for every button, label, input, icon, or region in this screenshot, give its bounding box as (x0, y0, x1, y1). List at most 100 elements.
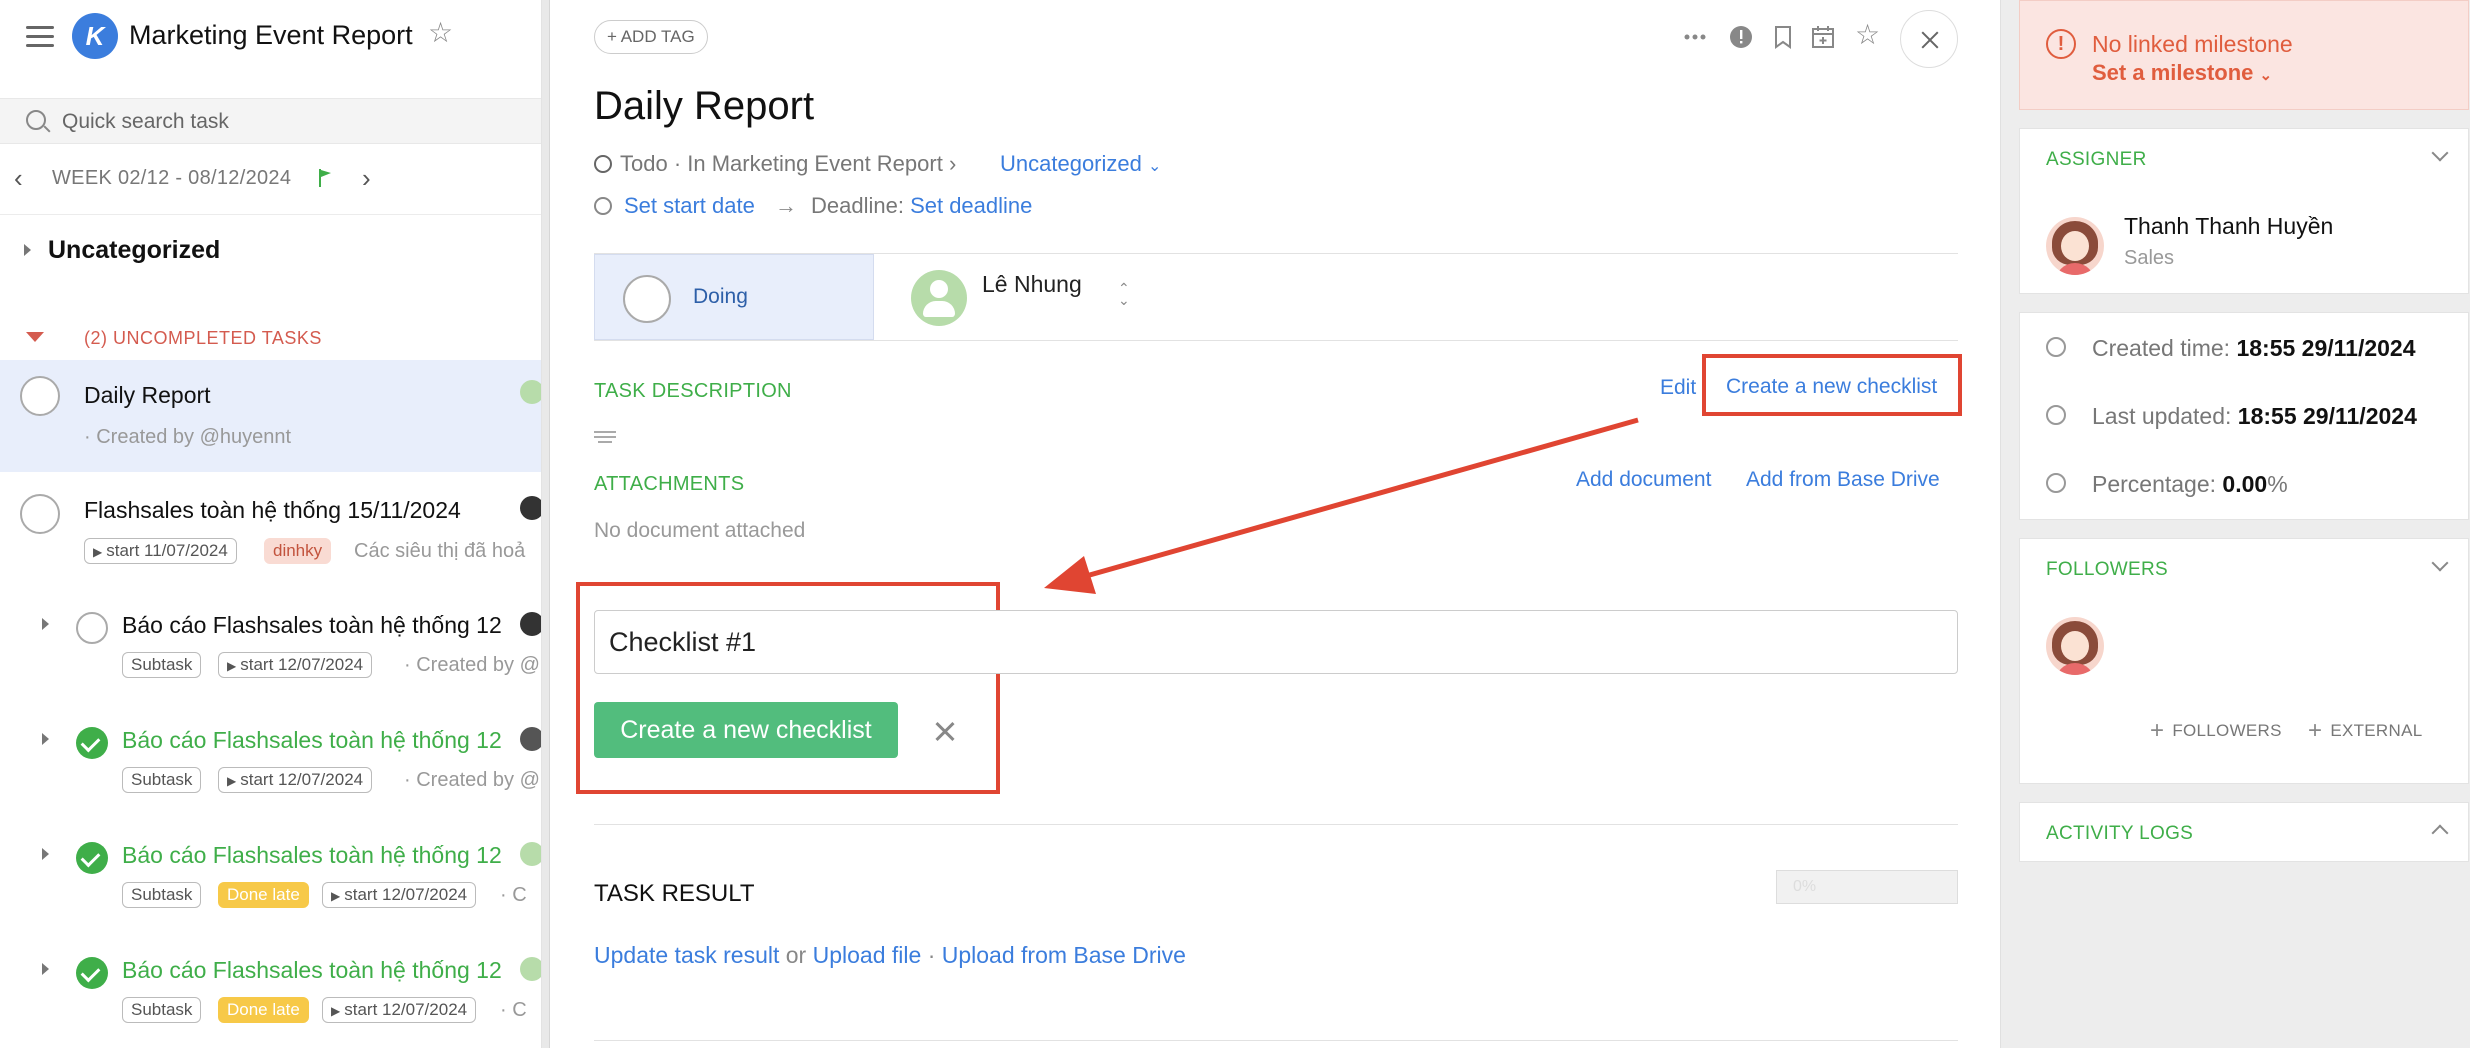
percentage: Percentage: 0.00% (2092, 471, 2288, 497)
subtask-chip: Subtask (122, 652, 202, 678)
panel-divider[interactable] (542, 0, 550, 1048)
more-icon[interactable] (1682, 24, 1708, 50)
star-icon[interactable]: ☆ (428, 16, 453, 49)
add-tag-button[interactable]: + ADD TAG (594, 20, 708, 54)
milestone-title: No linked milestone (2092, 31, 2293, 57)
subtask-chip: Subtask (122, 997, 202, 1023)
task-status-circle[interactable] (20, 494, 60, 534)
avatar (520, 727, 541, 751)
task-list-panel: K Marketing Event Report ☆ ‹ WEEK 02/12 … (0, 0, 542, 1048)
add-external-button[interactable]: + EXTERNAL (2308, 717, 2422, 745)
status-icon (594, 155, 612, 173)
start-chip: ▶ start 12/07/2024 (322, 997, 477, 1023)
section-title[interactable]: Uncategorized (48, 236, 220, 265)
assignee-selector-icon[interactable]: ⌃ ⌄ (1118, 281, 1130, 307)
calendar-icon[interactable] (1810, 24, 1836, 50)
expand-icon[interactable] (42, 848, 49, 860)
search-icon (26, 110, 46, 130)
task-title[interactable]: Flashsales toàn hệ thống 15/11/2024 (84, 497, 461, 524)
check-circle-icon[interactable] (76, 957, 108, 989)
avatar (520, 612, 541, 636)
upload-drive-link[interactable]: Upload from Base Drive (942, 942, 1186, 968)
arrow-right-icon: → (774, 193, 797, 218)
chevron-down-icon[interactable] (2431, 144, 2449, 162)
activity-logs-card[interactable]: ACTIVITY LOGS (2019, 802, 2469, 862)
date-line: Set start date → Deadline: Set deadline (594, 193, 1032, 219)
search-bar (0, 98, 541, 144)
last-updated: Last updated: 18:55 29/11/2024 (2092, 403, 2417, 429)
divider (594, 1040, 1958, 1041)
task-title[interactable]: Báo cáo Flashsales toàn hệ thống 12 (122, 727, 502, 754)
week-navigator: ‹ WEEK 02/12 - 08/12/2024 › (0, 145, 541, 215)
search-input[interactable] (62, 107, 522, 137)
no-document-text: No document attached (594, 519, 806, 542)
task-description-heading: TASK DESCRIPTION (594, 380, 792, 402)
expand-icon[interactable] (24, 244, 31, 256)
cancel-icon[interactable] (930, 716, 960, 746)
check-circle-icon[interactable] (76, 727, 108, 759)
create-checklist-link[interactable]: Create a new checklist (1726, 375, 1937, 399)
upload-file-link[interactable]: Upload file (813, 942, 922, 968)
start-chip: ▶ start 12/07/2024 (322, 882, 477, 908)
set-deadline-link[interactable]: Set deadline (910, 193, 1032, 218)
assigner-name[interactable]: Thanh Thanh Huyền (2124, 213, 2333, 240)
set-start-date-link[interactable]: Set start date (624, 193, 755, 218)
drag-handle-icon (594, 431, 616, 443)
expand-icon[interactable] (42, 618, 49, 630)
check-circle-icon[interactable] (76, 842, 108, 874)
flag-icon (319, 169, 331, 187)
logo-icon: K (72, 13, 118, 59)
chevron-right-icon[interactable]: › (362, 163, 371, 194)
avatar[interactable] (2046, 617, 2104, 675)
assigner-heading: ASSIGNER (2046, 149, 2147, 170)
sidebar-right: ! No linked milestone Set a milestone ⌄ … (2000, 0, 2470, 1048)
task-title[interactable]: Báo cáo Flashsales toàn hệ thống 12 (122, 957, 502, 984)
info-card: Created time: 18:55 29/11/2024 Last upda… (2019, 312, 2469, 520)
deadline-label: Deadline: (810, 193, 904, 218)
app-title: Marketing Event Report (129, 20, 413, 50)
task-sub: · C (500, 884, 527, 906)
start-chip: ▶ start 12/07/2024 (218, 652, 373, 678)
edit-link[interactable]: Edit (1660, 376, 1696, 400)
task-title[interactable]: Báo cáo Flashsales toàn hệ thống 12 (122, 842, 502, 869)
chevron-up-icon[interactable] (2431, 824, 2449, 842)
progress-bar: 0% (1776, 870, 1958, 904)
star-icon[interactable]: ☆ (1855, 18, 1880, 51)
bookmark-icon[interactable] (1770, 24, 1796, 50)
collapse-icon[interactable] (26, 332, 44, 342)
checklist-name-input[interactable] (594, 610, 1958, 674)
expand-icon[interactable] (42, 963, 49, 975)
followers-card: FOLLOWERS + FOLLOWERS + EXTERNAL (2019, 538, 2469, 784)
menu-icon[interactable] (26, 26, 54, 48)
expand-icon[interactable] (42, 733, 49, 745)
start-chip: ▶ start 12/07/2024 (218, 767, 373, 793)
task-row-active[interactable] (0, 360, 541, 472)
task-status-circle[interactable] (20, 376, 60, 416)
or-text: or (785, 942, 807, 968)
task-sub: Các siêu thị đã hoả (354, 540, 526, 562)
task-status-circle[interactable] (76, 612, 108, 644)
week-label[interactable]: WEEK 02/12 - 08/12/2024 (52, 167, 291, 190)
clock-icon (2046, 405, 2066, 425)
add-from-drive-link[interactable]: Add from Base Drive (1746, 468, 1940, 492)
chevron-left-icon[interactable]: ‹ (14, 163, 23, 194)
avatar (520, 496, 541, 520)
assignee-name[interactable]: Lê Nhung (982, 271, 1082, 298)
uncompleted-label[interactable]: (2) UNCOMPLETED TASKS (84, 328, 322, 349)
tag-chip[interactable]: dinhky (264, 538, 332, 564)
close-icon[interactable] (1900, 10, 1958, 68)
task-title[interactable]: Daily Report (84, 382, 211, 409)
add-follower-button[interactable]: + FOLLOWERS (2150, 717, 2282, 745)
avatar (520, 957, 541, 981)
done-late-chip: Done late (218, 997, 309, 1023)
update-result-link[interactable]: Update task result (594, 942, 779, 968)
category-select[interactable]: Uncategorized ⌄ (1000, 151, 1161, 177)
annotation-arrow (1044, 417, 1639, 594)
user-icon (2046, 337, 2066, 357)
set-milestone-link[interactable]: Set a milestone ⌄ (2092, 60, 2272, 86)
task-title[interactable]: Báo cáo Flashsales toàn hệ thống 12 (122, 612, 502, 639)
create-checklist-button[interactable]: Create a new checklist (594, 702, 898, 758)
chevron-down-icon[interactable] (2431, 554, 2449, 572)
info-icon[interactable] (1728, 24, 1754, 50)
subtask-chip: Subtask (122, 882, 202, 908)
